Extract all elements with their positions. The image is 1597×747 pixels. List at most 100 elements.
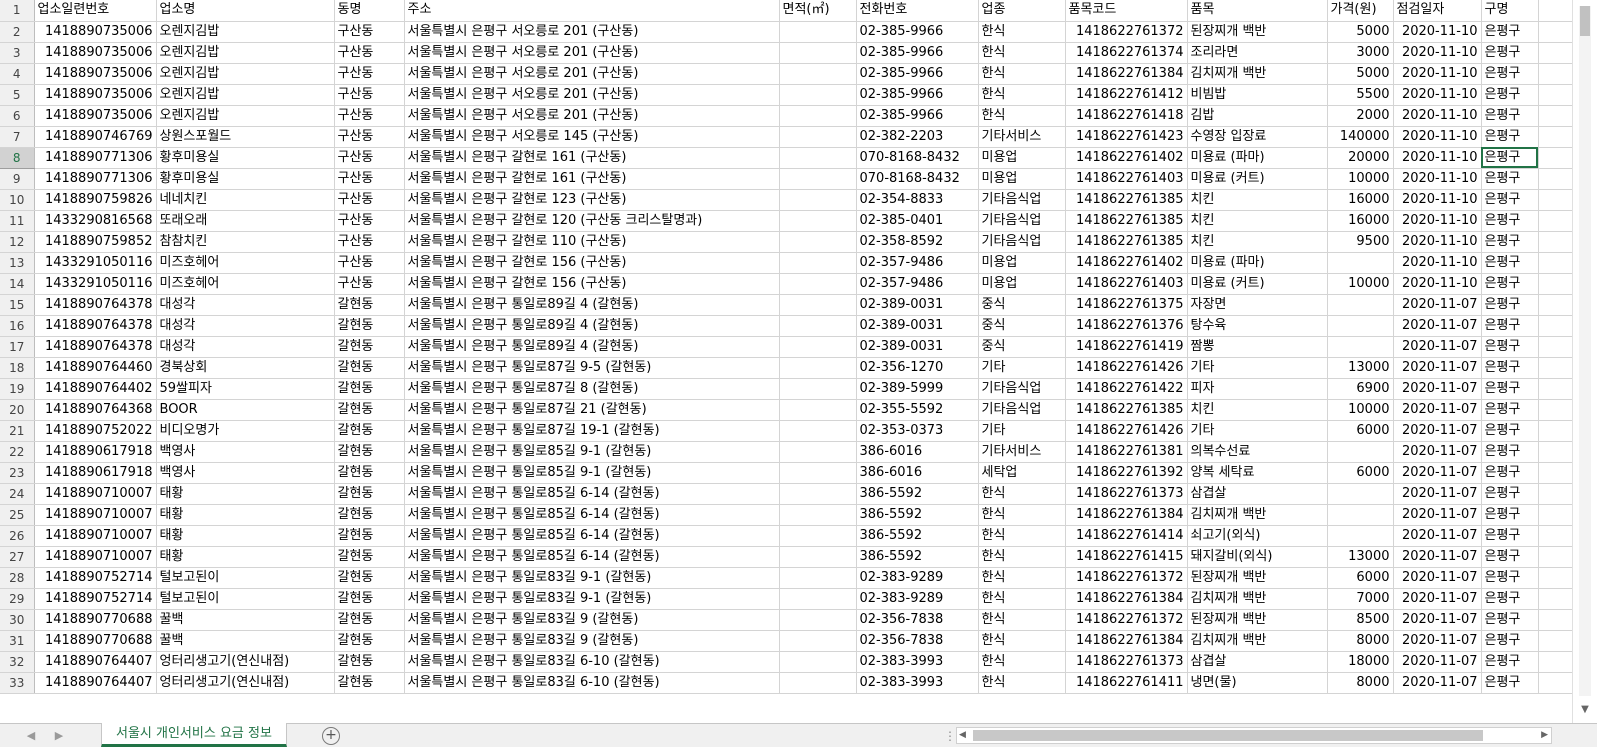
table-cell[interactable]: 서울특별시 은평구 통일로83길 6-10 (갈현동) <box>404 672 780 694</box>
table-cell[interactable]: 2020-11-07 <box>1393 504 1482 526</box>
table-cell[interactable]: 기타 <box>978 357 1066 379</box>
table-cell[interactable]: 1418622761415 <box>1065 546 1188 568</box>
table-cell[interactable]: 2020-11-07 <box>1393 336 1482 358</box>
table-cell[interactable]: 대성각 <box>156 294 335 316</box>
table-cell[interactable]: 갈현동 <box>334 609 405 631</box>
table-cell[interactable]: 갈현동 <box>334 441 405 463</box>
table-cell[interactable]: 1418622761372 <box>1065 21 1188 43</box>
table-cell[interactable]: 13000 <box>1327 546 1394 568</box>
table-cell[interactable]: 김치찌개 백반 <box>1187 588 1328 610</box>
table-cell[interactable] <box>1538 21 1572 43</box>
table-cell[interactable] <box>1538 0 1572 22</box>
table-cell[interactable] <box>1538 294 1572 316</box>
table-cell[interactable]: 2020-11-07 <box>1393 294 1482 316</box>
table-cell[interactable]: 1418622761402 <box>1065 252 1188 274</box>
table-cell[interactable]: 삼겹살 <box>1187 483 1328 505</box>
table-cell[interactable]: 태황 <box>156 483 335 505</box>
table-cell[interactable]: 1418622761381 <box>1065 441 1188 463</box>
table-cell[interactable]: 구산동 <box>334 210 405 232</box>
table-cell[interactable] <box>1538 378 1572 400</box>
row-number[interactable]: 7 <box>0 126 35 148</box>
table-cell[interactable]: 2020-11-10 <box>1393 168 1482 190</box>
table-cell[interactable]: 자장면 <box>1187 294 1328 316</box>
table-cell[interactable]: 1418622761418 <box>1065 105 1188 127</box>
table-cell[interactable]: 02-383-3993 <box>856 651 979 673</box>
table-cell[interactable]: 된장찌개 백반 <box>1187 21 1328 43</box>
table-cell[interactable]: 1418622761423 <box>1065 126 1188 148</box>
row-number[interactable]: 3 <box>0 42 35 64</box>
column-header-cell[interactable]: 업종 <box>978 0 1066 22</box>
table-cell[interactable] <box>1538 168 1572 190</box>
table-cell[interactable] <box>779 588 857 610</box>
table-cell[interactable]: 은평구 <box>1481 63 1539 85</box>
table-cell[interactable]: 서울특별시 은평구 갈현로 161 (구산동) <box>404 168 780 190</box>
table-cell[interactable]: 은평구 <box>1481 252 1539 274</box>
caret-left-icon[interactable]: ◀ <box>22 727 40 745</box>
table-cell[interactable]: 된장찌개 백반 <box>1187 609 1328 631</box>
table-cell[interactable]: 태황 <box>156 525 335 547</box>
table-cell[interactable]: 한식 <box>978 42 1066 64</box>
table-cell[interactable] <box>1538 672 1572 694</box>
table-cell[interactable]: 1418890771306 <box>34 147 157 169</box>
table-cell[interactable] <box>1327 441 1394 463</box>
table-cell[interactable] <box>1538 105 1572 127</box>
table-cell[interactable]: 1418622761414 <box>1065 525 1188 547</box>
table-cell[interactable]: 02-357-9486 <box>856 252 979 274</box>
table-cell[interactable]: 미즈호헤어 <box>156 273 335 295</box>
table-cell[interactable]: 오렌지김밥 <box>156 84 335 106</box>
table-cell[interactable]: 은평구 <box>1481 210 1539 232</box>
table-cell[interactable]: 9500 <box>1327 231 1394 253</box>
table-cell[interactable] <box>1538 189 1572 211</box>
table-cell[interactable]: 백영사 <box>156 462 335 484</box>
table-cell[interactable]: 13000 <box>1327 357 1394 379</box>
table-cell[interactable]: 구산동 <box>334 84 405 106</box>
table-cell[interactable] <box>1327 525 1394 547</box>
row-number[interactable]: 22 <box>0 441 35 463</box>
table-cell[interactable]: 중식 <box>978 336 1066 358</box>
table-cell[interactable] <box>779 105 857 127</box>
table-cell[interactable]: 02-354-8833 <box>856 189 979 211</box>
table-cell[interactable]: 한식 <box>978 651 1066 673</box>
table-cell[interactable] <box>779 294 857 316</box>
table-cell[interactable]: 은평구 <box>1481 336 1539 358</box>
table-cell[interactable]: 1418890764368 <box>34 399 157 421</box>
scroll-down-icon[interactable]: ▼ <box>1577 703 1593 717</box>
table-cell[interactable]: 기타음식업 <box>978 399 1066 421</box>
table-cell[interactable]: 한식 <box>978 21 1066 43</box>
table-cell[interactable] <box>779 315 857 337</box>
table-cell[interactable]: 구산동 <box>334 189 405 211</box>
table-cell[interactable]: 갈현동 <box>334 294 405 316</box>
column-header-cell[interactable]: 점검일자 <box>1393 0 1482 22</box>
table-cell[interactable]: 10000 <box>1327 399 1394 421</box>
table-cell[interactable]: 2020-11-10 <box>1393 84 1482 106</box>
table-cell[interactable]: 2020-11-10 <box>1393 21 1482 43</box>
table-cell[interactable]: 꿀백 <box>156 609 335 631</box>
table-cell[interactable]: 은평구 <box>1481 399 1539 421</box>
table-cell[interactable] <box>1327 294 1394 316</box>
table-cell[interactable]: 070-8168-8432 <box>856 147 979 169</box>
table-cell[interactable]: 서울특별시 은평구 통일로83길 9 (갈현동) <box>404 630 780 652</box>
table-cell[interactable]: 1418622761384 <box>1065 504 1188 526</box>
table-cell[interactable]: 경북상회 <box>156 357 335 379</box>
table-cell[interactable]: 2020-11-10 <box>1393 189 1482 211</box>
table-cell[interactable] <box>1327 336 1394 358</box>
table-cell[interactable]: 또래오래 <box>156 210 335 232</box>
table-cell[interactable]: 갈현동 <box>334 378 405 400</box>
table-cell[interactable]: 1418890764378 <box>34 315 157 337</box>
row-number[interactable]: 13 <box>0 252 35 274</box>
table-cell[interactable] <box>1327 252 1394 274</box>
table-cell[interactable]: 2020-11-07 <box>1393 462 1482 484</box>
table-cell[interactable]: 조리라면 <box>1187 42 1328 64</box>
table-cell[interactable]: 미즈호헤어 <box>156 252 335 274</box>
table-cell[interactable]: 황후미용실 <box>156 147 335 169</box>
table-cell[interactable]: 미용업 <box>978 252 1066 274</box>
table-cell[interactable] <box>779 378 857 400</box>
table-cell[interactable]: 02-383-9289 <box>856 588 979 610</box>
table-cell[interactable]: 5000 <box>1327 21 1394 43</box>
table-cell[interactable] <box>779 672 857 694</box>
table-cell[interactable]: 네네치킨 <box>156 189 335 211</box>
row-number[interactable]: 12 <box>0 231 35 253</box>
table-cell[interactable]: 서울특별시 은평구 통일로87길 21 (갈현동) <box>404 399 780 421</box>
plus-circle-icon[interactable]: + <box>322 727 340 745</box>
table-cell[interactable]: 1418890617918 <box>34 462 157 484</box>
